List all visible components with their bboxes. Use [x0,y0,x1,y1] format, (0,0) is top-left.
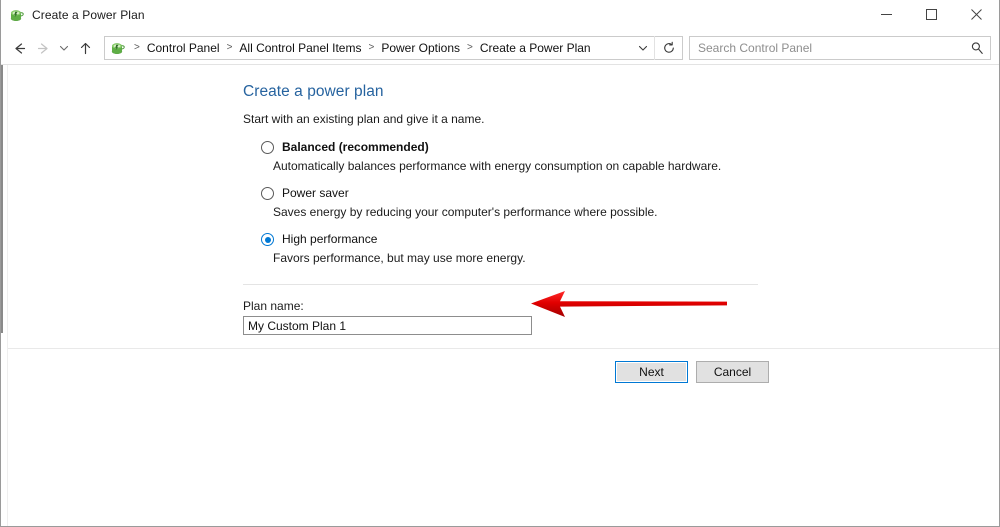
window-controls [864,0,999,29]
plan-option-label: Balanced (recommended) [282,140,429,154]
radio-balanced[interactable] [261,141,274,154]
breadcrumb-item-all-control-panel-items[interactable]: All Control Panel Items [236,39,364,57]
breadcrumb-separator: > [134,42,140,53]
next-button[interactable]: Next [615,361,688,383]
page-footer: Next Cancel [8,348,999,397]
plan-option-head: Power saver [243,186,883,200]
plan-option-power-saver[interactable]: Power saver Saves energy by reducing you… [243,186,883,219]
back-button[interactable] [7,36,31,60]
content-frame: Create a power plan Start with an existi… [1,64,999,526]
address-toolbar: > Control Panel > All Control Panel Item… [1,32,999,64]
breadcrumb-item-power-options[interactable]: Power Options [378,39,463,57]
plan-option-label: High performance [282,232,378,246]
breadcrumb-item-control-panel[interactable]: Control Panel [144,39,223,57]
breadcrumb-separator: > [226,42,233,53]
window-title: Create a Power Plan [32,7,145,22]
section-divider [243,284,758,285]
minimize-button[interactable] [864,0,909,29]
title-bar-left: Create a Power Plan [1,7,864,23]
title-bar: Create a Power Plan [1,0,999,30]
refresh-button[interactable] [654,36,682,60]
maximize-button[interactable] [909,0,954,29]
up-button[interactable] [73,36,97,60]
page-title: Create a power plan [243,83,384,100]
plan-option-description: Automatically balances performance with … [273,159,722,173]
power-plan-icon [9,7,25,23]
breadcrumb: > Control Panel > All Control Panel Item… [130,39,632,57]
cancel-button[interactable]: Cancel [696,361,769,383]
create-power-plan-page: Create a power plan Start with an existi… [1,65,999,526]
recent-locations-button[interactable] [55,36,73,60]
address-power-plan-icon [110,40,126,56]
chevron-down-icon[interactable] [632,37,654,59]
search-input[interactable] [690,41,964,55]
plan-option-description: Saves energy by reducing your computer's… [273,205,658,219]
plan-option-head: Balanced (recommended) [243,140,883,154]
close-button[interactable] [954,0,999,29]
plan-name-label: Plan name: [243,299,304,313]
plan-option-high-performance[interactable]: High performance Favors performance, but… [243,232,883,265]
radio-power-saver[interactable] [261,187,274,200]
control-panel-window: Create a Power Plan > Control Panel > Al… [0,0,1000,527]
page-subtitle: Start with an existing plan and give it … [243,112,485,126]
page-content: Create a power plan Start with an existi… [243,83,883,335]
footer-button-group: Next Cancel [615,361,769,383]
plan-option-description: Favors performance, but may use more ene… [273,251,526,265]
breadcrumb-item-create-a-power-plan[interactable]: Create a Power Plan [477,39,594,57]
plan-option-balanced[interactable]: Balanced (recommended) Automatically bal… [243,140,883,173]
forward-button[interactable] [31,36,55,60]
address-bar[interactable]: > Control Panel > All Control Panel Item… [104,36,683,60]
breadcrumb-separator: > [467,42,473,53]
search-icon[interactable] [964,37,990,59]
breadcrumb-separator: > [368,42,375,53]
plan-option-head: High performance [243,232,883,246]
plan-option-label: Power saver [282,186,349,200]
plan-name-input[interactable] [243,316,532,335]
search-box[interactable] [689,36,991,60]
radio-high-performance[interactable] [261,233,274,246]
